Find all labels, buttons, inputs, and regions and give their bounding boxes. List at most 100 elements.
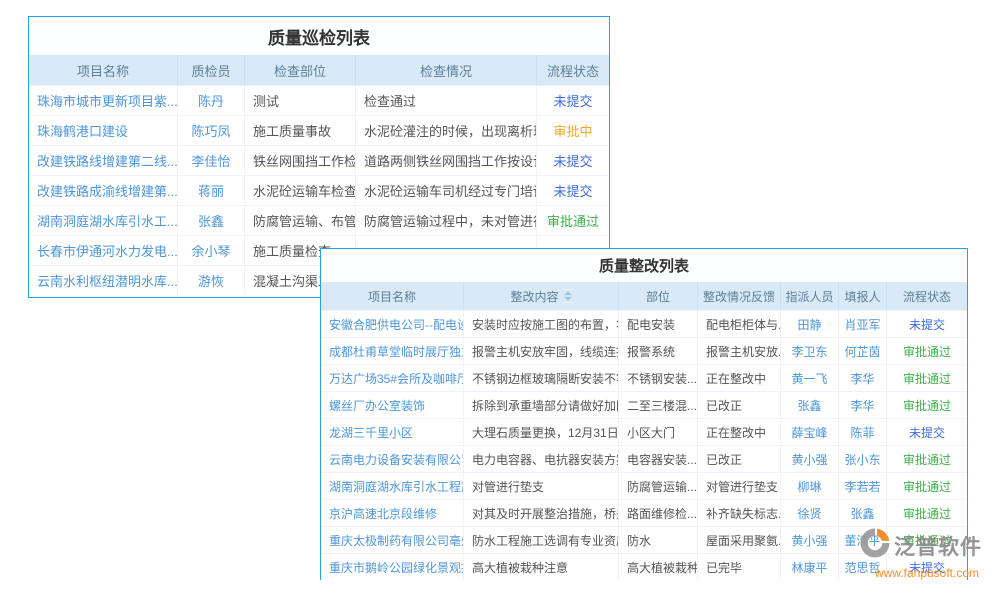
inspector-name[interactable]: 游恢: [178, 266, 245, 295]
workflow-status[interactable]: 审批通过: [887, 473, 967, 499]
table-row: 龙湖三千里小区大理石质量更换，12月31日之...小区大门正在整改中薛宝峰陈菲未…: [321, 418, 967, 445]
inspector-name[interactable]: 李佳怡: [178, 146, 245, 175]
rectification-content: 拆除到承重墙部分请做好加固...: [464, 392, 619, 418]
inspector-name[interactable]: 蒋丽: [178, 176, 245, 205]
column-header: 检查情况: [356, 55, 537, 85]
inspector-name[interactable]: 张鑫: [178, 206, 245, 235]
project-name-link[interactable]: 云南水利枢纽潜明水库...: [29, 266, 178, 295]
project-name-link[interactable]: 改建铁路线增建第二线...: [29, 146, 178, 175]
rectification-part: 小区大门: [619, 419, 698, 445]
assignee-name[interactable]: 李卫东: [781, 338, 839, 364]
inspection-situation: 水泥砼运输车司机经过专门培训...: [356, 176, 537, 205]
table-row: 湖南洞庭湖水库引水工程施工I标对管进行垫支防腐管运输...对管进行垫支柳琳李若若…: [321, 472, 967, 499]
project-name-link[interactable]: 京沪高速北京段维修: [321, 500, 464, 526]
rectification-part: 配电安装: [619, 311, 698, 337]
column-header: 整改情况反馈: [698, 282, 781, 310]
reporter-name[interactable]: 何芷茵: [839, 338, 887, 364]
column-header: 项目名称: [321, 282, 464, 310]
project-name-link[interactable]: 螺丝厂办公室装饰: [321, 392, 464, 418]
assignee-name[interactable]: 田静: [781, 311, 839, 337]
assignee-name[interactable]: 黄小强: [781, 446, 839, 472]
project-name-link[interactable]: 安徽合肥供电公司--配电设备...: [321, 311, 464, 337]
assignee-name[interactable]: 徐贤: [781, 500, 839, 526]
table-row: 湖南洞庭湖水库引水工...张鑫防腐管运输、布管防腐管运输过程中，未对管进行...…: [29, 205, 609, 235]
project-name-link[interactable]: 万达广场35#会所及咖啡厅空...: [321, 365, 464, 391]
table-row: 京沪高速北京段维修对其及时开展整治措施，桥头...路面维修检...补齐缺失标志.…: [321, 499, 967, 526]
inspector-name[interactable]: 陈丹: [178, 86, 245, 115]
column-header-label: 整改内容: [510, 288, 558, 305]
rectification-part: 路面维修检...: [619, 500, 698, 526]
rectification-feedback: 正在整改中: [698, 365, 781, 391]
reporter-name[interactable]: 李华: [839, 365, 887, 391]
inspection-part: 防腐管运输、布管: [245, 206, 356, 235]
project-name-link[interactable]: 重庆市鹅岭公园绿化景观提升...: [321, 554, 464, 580]
column-header: 流程状态: [537, 55, 609, 85]
inspection-table-title: 质量巡检列表: [29, 17, 609, 55]
project-name-link[interactable]: 长春市伊通河水力发电...: [29, 236, 178, 265]
column-header-label: 检查部位: [274, 61, 326, 80]
reporter-name[interactable]: 张小东: [839, 446, 887, 472]
reporter-name[interactable]: 李华: [839, 392, 887, 418]
rectification-content: 电力电容器、电抗器安装方案,...: [464, 446, 619, 472]
project-name-link[interactable]: 改建铁路成渝线增建第...: [29, 176, 178, 205]
assignee-name[interactable]: 张鑫: [781, 392, 839, 418]
workflow-status[interactable]: 未提交: [537, 176, 609, 205]
column-header: 质检员: [178, 55, 245, 85]
project-name-link[interactable]: 成都杜甫草堂临时展厅独立展...: [321, 338, 464, 364]
rectification-part: 电容器安装...: [619, 446, 698, 472]
workflow-status[interactable]: 审批通过: [537, 206, 609, 235]
watermark-url-text: www.fanpusoft.com: [858, 566, 996, 580]
table-row: 螺丝厂办公室装饰拆除到承重墙部分请做好加固...二至三楼混...已改正张鑫李华审…: [321, 391, 967, 418]
reporter-name[interactable]: 张鑫: [839, 500, 887, 526]
assignee-name[interactable]: 林康平: [781, 554, 839, 580]
column-header-label: 部位: [646, 288, 670, 305]
sort-icon[interactable]: [564, 291, 572, 301]
reporter-name[interactable]: 李若若: [839, 473, 887, 499]
project-name-link[interactable]: 云南电力设备安装有限公司20...: [321, 446, 464, 472]
project-name-link[interactable]: 重庆太极制药有限公司亳州中...: [321, 527, 464, 553]
column-header-label: 质检员: [191, 61, 230, 80]
assignee-name[interactable]: 柳琳: [781, 473, 839, 499]
workflow-status[interactable]: 审批通过: [887, 338, 967, 364]
column-header-label: 检查情况: [420, 61, 472, 80]
reporter-name[interactable]: 肖亚军: [839, 311, 887, 337]
rectification-content: 大理石质量更换，12月31日之...: [464, 419, 619, 445]
workflow-status[interactable]: 审批通过: [887, 365, 967, 391]
column-header[interactable]: 整改内容: [464, 282, 619, 310]
rectification-content: 报警主机安放牢固，线缆连接...: [464, 338, 619, 364]
inspection-situation: 防腐管运输过程中，未对管进行...: [356, 206, 537, 235]
rectification-feedback: 报警主机安放...: [698, 338, 781, 364]
inspection-part: 铁丝网围挡工作检查: [245, 146, 356, 175]
column-header-label: 流程状态: [903, 288, 951, 305]
workflow-status[interactable]: 未提交: [537, 146, 609, 175]
workflow-status[interactable]: 审批中: [537, 116, 609, 145]
workflow-status[interactable]: 未提交: [887, 311, 967, 337]
fanpu-watermark: 泛普软件 www.fanpusoft.com: [858, 526, 996, 580]
column-header-label: 项目名称: [368, 288, 416, 305]
reporter-name[interactable]: 陈菲: [839, 419, 887, 445]
inspector-name[interactable]: 陈巧凤: [178, 116, 245, 145]
column-header: 流程状态: [887, 282, 967, 310]
rectification-table-header: 项目名称整改内容部位整改情况反馈指派人员填报人流程状态: [321, 282, 967, 310]
project-name-link[interactable]: 龙湖三千里小区: [321, 419, 464, 445]
workflow-status[interactable]: 审批通过: [887, 446, 967, 472]
project-name-link[interactable]: 珠海鹤港口建设: [29, 116, 178, 145]
column-header: 检查部位: [245, 55, 356, 85]
workflow-status[interactable]: 审批通过: [887, 392, 967, 418]
project-name-link[interactable]: 湖南洞庭湖水库引水工...: [29, 206, 178, 235]
workflow-status[interactable]: 审批通过: [887, 500, 967, 526]
column-header-label: 流程状态: [547, 61, 599, 80]
column-header: 填报人: [839, 282, 887, 310]
inspector-name[interactable]: 余小琴: [178, 236, 245, 265]
project-name-link[interactable]: 湖南洞庭湖水库引水工程施工I标: [321, 473, 464, 499]
assignee-name[interactable]: 黄小强: [781, 527, 839, 553]
table-row: 万达广场35#会所及咖啡厅空...不锈钢边框玻璃隔断安装不牢...不锈钢安装..…: [321, 364, 967, 391]
inspection-situation: 检查通过: [356, 86, 537, 115]
workflow-status[interactable]: 未提交: [887, 419, 967, 445]
assignee-name[interactable]: 黄一飞: [781, 365, 839, 391]
workflow-status[interactable]: 未提交: [537, 86, 609, 115]
inspection-part: 水泥砼运输车检查: [245, 176, 356, 205]
project-name-link[interactable]: 珠海市城市更新项目紫...: [29, 86, 178, 115]
rectification-content: 对其及时开展整治措施，桥头...: [464, 500, 619, 526]
assignee-name[interactable]: 薛宝峰: [781, 419, 839, 445]
